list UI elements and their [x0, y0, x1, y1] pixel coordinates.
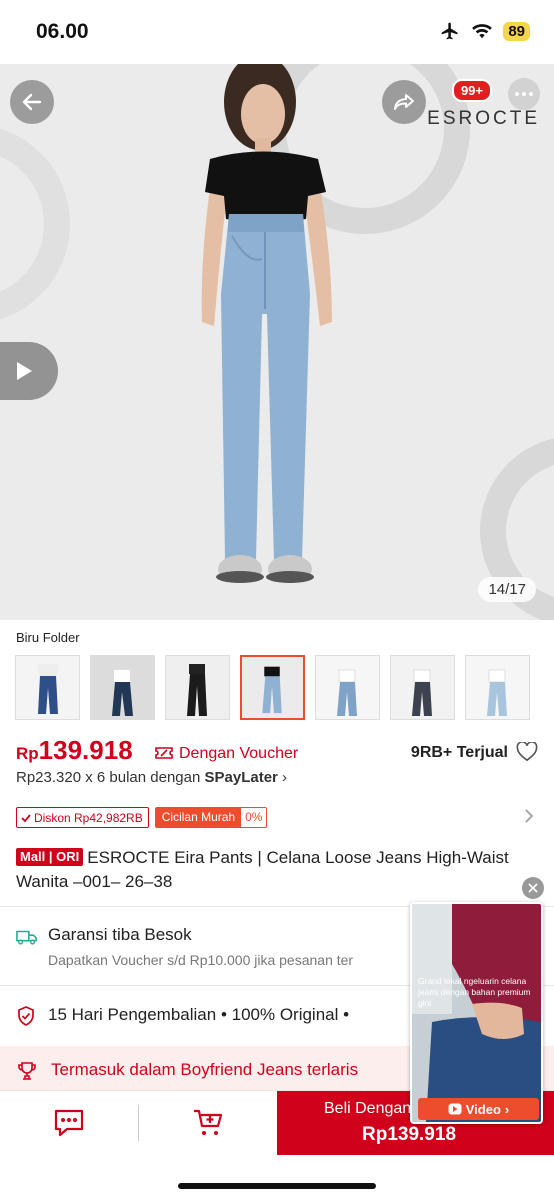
buy-button-price: Rp139.918: [362, 1124, 457, 1145]
cicilan-rate: 0%: [245, 810, 263, 824]
thumbnail-image: [242, 657, 303, 718]
add-to-cart-button[interactable]: [139, 1091, 277, 1155]
dot-icon: [529, 92, 533, 96]
chevron-right-icon: ›: [504, 1101, 510, 1117]
variant-thumbnail[interactable]: [165, 655, 230, 720]
guarantee-info[interactable]: 15 Hari Pengembalian • 100% Original •: [48, 1005, 349, 1025]
mall-label: Mall: [20, 849, 46, 864]
variant-thumbnails: [15, 655, 530, 720]
close-icon: [528, 883, 538, 893]
add-cart-icon: [194, 1109, 223, 1135]
thumbnail-image: [16, 656, 79, 719]
installment-info[interactable]: Rp23.320 x 6 bulan dengan SPayLater ›: [16, 769, 287, 786]
status-time: 06.00: [36, 20, 89, 43]
video-thumbnail: [412, 904, 541, 1122]
mall-ori-badge: Mall | ORI: [16, 848, 84, 866]
image-counter: 14/17: [478, 577, 536, 602]
variant-thumbnail[interactable]: [90, 655, 155, 720]
product-title: Mall | ORI ESROCTE Eira Pants | Celana Lo…: [16, 846, 526, 894]
price-currency: Rp: [16, 744, 39, 763]
installment-tag: Cicilan Murah 0%: [154, 807, 268, 828]
variant-label: Biru Folder: [16, 630, 80, 645]
variant-thumbnail[interactable]: [15, 655, 80, 720]
variant-thumbnail[interactable]: [390, 655, 455, 720]
close-video-button[interactable]: [522, 877, 544, 899]
price-amount: 139.918: [38, 735, 133, 765]
thumbnail-image: [316, 656, 379, 719]
dot-icon: [515, 92, 519, 96]
floating-video-preview[interactable]: Grand lokal ngeluarin celana jeans denga…: [410, 902, 543, 1124]
chevron-right-icon: ›: [282, 769, 288, 786]
product-photo: [201, 64, 332, 583]
back-button[interactable]: [10, 80, 54, 124]
variant-thumbnail[interactable]: [315, 655, 380, 720]
voucher-icon: [155, 747, 173, 759]
sold-count: 9RB+ Terjual: [410, 744, 508, 761]
heart-icon[interactable]: [516, 742, 538, 762]
product-image-carousel[interactable]: ESROCTE 99+ 14/17: [0, 64, 554, 620]
chat-bubble-icon: [54, 1109, 84, 1137]
home-indicator: [178, 1183, 376, 1189]
video-play-icon: [448, 1103, 462, 1115]
thumbnail-image: [91, 656, 154, 719]
installment-text: Rp23.320 x 6 bulan dengan: [16, 769, 201, 786]
chevron-right-icon[interactable]: [524, 808, 534, 824]
wifi-icon: [472, 24, 493, 39]
shipping-subtitle: Dapatkan Voucher s/d Rp10.000 jika pesan…: [48, 952, 354, 968]
voucher-text[interactable]: Dengan Voucher: [179, 745, 298, 763]
cart-count-badge[interactable]: 99+: [451, 79, 492, 102]
promo-tags[interactable]: Diskon Rp42,982RB Cicilan Murah 0%: [16, 807, 268, 828]
buy-button-label: Beli Dengan: [324, 1100, 412, 1117]
dot-icon: [522, 92, 526, 96]
shield-check-icon: [18, 1006, 34, 1026]
product-title-text: ESROCTE Eira Pants | Celana Loose Jeans …: [16, 848, 509, 891]
status-bar: 06.00 89: [0, 0, 554, 64]
battery-indicator: 89: [503, 21, 530, 41]
brand-logo: ESROCTE: [427, 108, 540, 129]
thumbnail-image: [466, 656, 529, 719]
spaylater-label: SPayLater: [204, 769, 278, 786]
discount-tag: Diskon Rp42,982RB: [16, 807, 149, 828]
video-caption: Grand lokal ngeluarin celana jeans denga…: [418, 976, 531, 1008]
arrow-left-icon: [22, 93, 42, 111]
check-icon: [21, 813, 31, 822]
shipping-title[interactable]: Garansi tiba Besok: [48, 925, 192, 945]
share-arrow-icon: [394, 94, 414, 110]
cicilan-label: Cicilan Murah: [155, 808, 242, 827]
trophy-icon: [18, 1062, 36, 1080]
watch-video-button[interactable]: Video ›: [418, 1098, 539, 1120]
chat-button[interactable]: [0, 1091, 138, 1155]
ori-label: ORI: [56, 849, 80, 864]
product-price: Rp139.918: [16, 735, 133, 766]
more-options-button[interactable]: [508, 78, 540, 110]
play-video-button[interactable]: [0, 342, 58, 400]
discount-text: Diskon Rp42,982RB: [34, 810, 143, 825]
thumbnail-image: [166, 656, 229, 719]
video-button-label: Video: [465, 1101, 501, 1117]
status-icons: 89: [439, 21, 530, 41]
price-row: Rp139.918 Dengan Voucher 9RB+ Terjual: [16, 735, 538, 769]
variant-thumbnail-selected[interactable]: [240, 655, 305, 720]
bestseller-text: Termasuk dalam Boyfriend Jeans terlaris: [51, 1060, 359, 1079]
variant-thumbnail[interactable]: [465, 655, 530, 720]
airplane-icon: [441, 22, 458, 40]
share-button[interactable]: [382, 80, 426, 124]
play-icon: [17, 362, 32, 380]
thumbnail-image: [391, 656, 454, 719]
truck-icon: [16, 930, 37, 945]
